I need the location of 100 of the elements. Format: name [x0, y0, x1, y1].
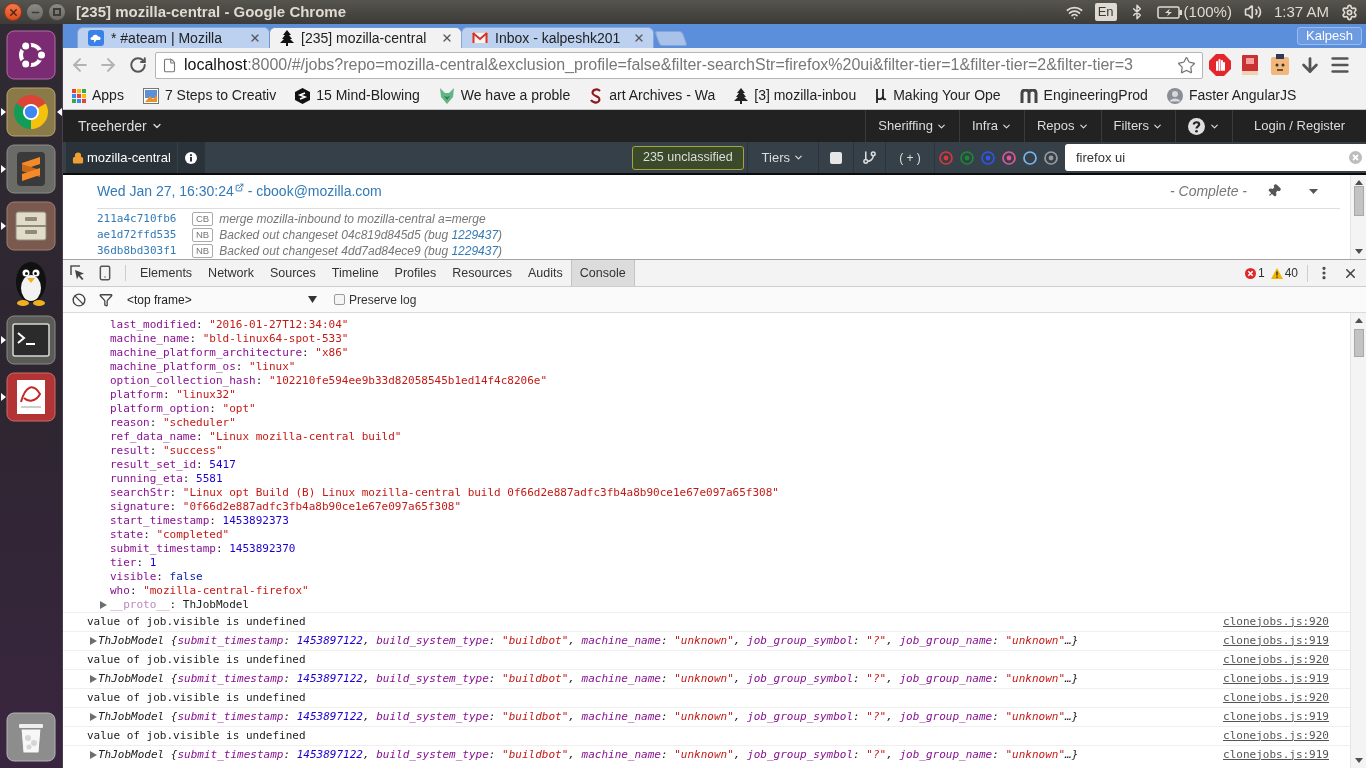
source-link[interactable]: clonejobs.js:920	[1223, 689, 1329, 707]
bug-link[interactable]: 1229437	[451, 244, 499, 258]
repo-button[interactable]: mozilla-central	[66, 142, 177, 173]
scroll-down-arrow-icon[interactable]	[1354, 758, 1363, 763]
tiers-menu[interactable]: Tiers	[746, 142, 818, 173]
bookmark[interactable]: art Archives - Wa	[588, 84, 717, 107]
source-link[interactable]: clonejobs.js:919	[1223, 746, 1329, 764]
menu-icon[interactable]	[1329, 54, 1351, 76]
search-field[interactable]: firefox ui	[1065, 144, 1366, 171]
keyboard-layout-indicator[interactable]: En	[1094, 3, 1117, 21]
letter-m-icon	[1019, 88, 1038, 103]
bookmark[interactable]: 15 Mind-Blowing	[294, 84, 421, 107]
devtools-tab[interactable]: Console	[570, 260, 635, 286]
object-property: running_eta: 5581	[110, 471, 223, 487]
lock-icon	[72, 151, 84, 164]
bookmark[interactable]: 7 Steps to Creativ	[141, 84, 278, 107]
scroll-up-arrow-icon[interactable]	[1354, 318, 1363, 323]
source-link[interactable]: clonejobs.js:919	[1223, 708, 1329, 726]
devtools-tab[interactable]: Network	[200, 260, 262, 286]
source-link[interactable]: clonejobs.js:920	[1223, 651, 1329, 669]
document-viewer-icon[interactable]	[6, 372, 56, 422]
expand-triangle-icon[interactable]	[90, 675, 97, 683]
browser-tab[interactable]: [235] mozilla-central	[269, 27, 462, 48]
external-link-icon[interactable]	[234, 182, 244, 192]
commit-message: Backed out changeset 4dd7ad84ece9 (bug 1229437)	[219, 243, 503, 260]
revision-hash-link[interactable]: 211a4c710fb6	[97, 210, 192, 228]
bookmark[interactable]: Faster AngularJS	[1165, 84, 1298, 107]
filter-button[interactable]	[98, 292, 114, 307]
face-icon[interactable]	[1269, 54, 1291, 76]
maximize-icon	[53, 8, 61, 16]
bug-link[interactable]: 1229437	[451, 228, 499, 242]
revision-hash-link[interactable]: ae1d72ffd535	[97, 226, 192, 244]
bookmark-star-icon[interactable]	[1177, 55, 1196, 75]
address-bar[interactable]: localhost:8000/#/jobs?repo=mozilla-central&exclusion_profile=false&filter-searchStr=firefox%20ui&filter-tier=1&filter-tier=2&filter-tier=3	[155, 51, 1203, 79]
resultset-date-link[interactable]: Wed Jan 27, 16:30:24	[97, 180, 234, 202]
bookmark[interactable]: [3] mozilla-inbou	[733, 84, 858, 107]
scroll-up-arrow-icon[interactable]	[1354, 180, 1363, 185]
repo-info-button[interactable]	[177, 142, 205, 173]
download-icon[interactable]	[1299, 54, 1321, 76]
bookmark[interactable]: We have a proble	[437, 84, 572, 107]
treeherder-menu[interactable]: Treeherder	[63, 110, 163, 142]
minimize-window-button[interactable]	[26, 3, 44, 21]
scrollbar-thumb[interactable]	[1353, 186, 1364, 216]
file-cabinet-icon[interactable]	[6, 201, 56, 251]
preserve-log-checkbox[interactable]	[334, 294, 345, 305]
battery-percentage: (100%)	[1183, 1, 1232, 22]
expand-triangle-icon[interactable]	[90, 637, 97, 645]
browser-tab[interactable]: * #ateam | Mozilla	[77, 27, 270, 48]
cloud-icon	[88, 30, 104, 46]
battery-icon[interactable]	[1156, 5, 1183, 19]
source-link[interactable]: clonejobs.js:920	[1223, 727, 1329, 745]
close-window-button[interactable]	[4, 3, 22, 21]
bookmark[interactable]: EngineeringProd	[1018, 84, 1149, 107]
context-select[interactable]: <top frame>	[122, 290, 322, 309]
revision-hash-link[interactable]: 36db8bd303f1	[97, 242, 192, 260]
scrollbar-thumb[interactable]	[1353, 329, 1364, 357]
unclassified-count-button[interactable]: 235 unclassified	[631, 145, 744, 170]
octagon-hand-icon[interactable]	[1209, 54, 1231, 76]
devtools-tab[interactable]: Sources	[261, 260, 324, 286]
object-property: option_collection_hash: "102210fe594ee9b33d82058545b1ed14f4c8206e"	[110, 373, 548, 389]
bookmark[interactable]: Making Your Ope	[874, 84, 1002, 107]
scroll-down-arrow-icon[interactable]	[1354, 249, 1363, 254]
chrome-logo-icon[interactable]	[6, 87, 56, 137]
error-icon	[1244, 267, 1256, 279]
bookmark[interactable]: Apps	[71, 84, 125, 107]
volume-icon[interactable]	[1243, 3, 1262, 21]
checkbox-label[interactable]: Preserve log	[349, 290, 417, 309]
clear-console-button[interactable]	[71, 292, 87, 307]
caret-down-icon[interactable]	[1309, 188, 1318, 194]
browser-tab[interactable]: Inbox - kalpeshk201	[461, 27, 654, 48]
expand-triangle-icon[interactable]	[100, 601, 107, 609]
close-tab-icon[interactable]	[441, 32, 453, 44]
expand-triangle-icon[interactable]	[90, 713, 97, 721]
author-initials-badge: CB	[192, 212, 214, 226]
source-link[interactable]: clonejobs.js:919	[1223, 670, 1329, 688]
devtools-tab[interactable]: Resources	[444, 260, 521, 286]
object-preview: ThJobModel {submit_timestamp: 1453897122, build_system_type: "buildbot", machine_name: "unknown", job_group_symbol: "?", job_group_name: "unknown"…}	[98, 746, 1079, 763]
devtools-tab[interactable]: Timeline	[323, 260, 387, 286]
expand-triangle-icon[interactable]	[90, 751, 97, 759]
devtools-tab[interactable]: Audits	[520, 260, 571, 286]
close-tab-icon[interactable]	[633, 32, 645, 44]
source-link[interactable]: clonejobs.js:919	[1223, 632, 1329, 650]
devtools-tab[interactable]: Profiles	[386, 260, 445, 286]
terminal-icon[interactable]	[6, 315, 56, 365]
ubuntu-logo-icon[interactable]	[6, 30, 56, 80]
text-editor-icon[interactable]	[6, 144, 56, 194]
settings-icon[interactable]	[1341, 3, 1358, 21]
error-counter[interactable]: 1	[1244, 264, 1265, 282]
close-tab-icon[interactable]	[249, 32, 261, 44]
book-icon[interactable]	[1239, 54, 1261, 76]
author-link[interactable]: - cbook@mozilla.com	[247, 180, 382, 202]
source-link[interactable]: clonejobs.js:920	[1223, 613, 1329, 631]
trash-icon[interactable]	[6, 712, 56, 762]
object-property: who: "mozilla-central-firefox"	[110, 582, 309, 599]
devtools-tab[interactable]: Elements	[132, 260, 201, 286]
clock[interactable]: 1:37 AM	[1273, 0, 1329, 24]
maximize-window-button[interactable]	[48, 3, 66, 21]
clear-icon	[72, 292, 86, 307]
warning-counter[interactable]: 40	[1270, 264, 1298, 282]
add-filter-button[interactable]: ( + )	[885, 142, 934, 173]
